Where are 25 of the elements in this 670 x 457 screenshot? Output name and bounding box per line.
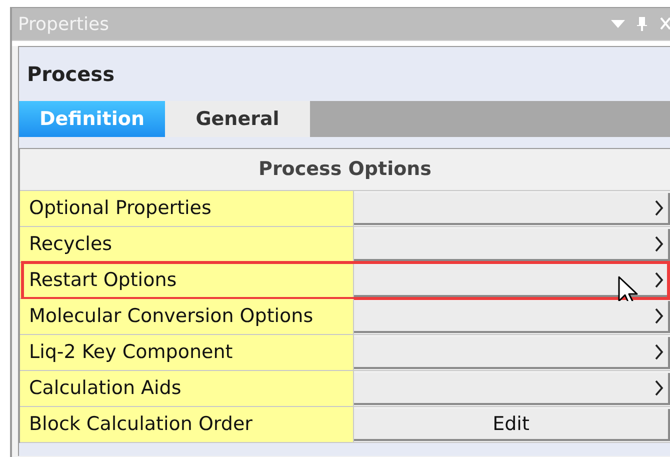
open-button[interactable] bbox=[354, 193, 670, 225]
tab[interactable]: General bbox=[165, 101, 310, 137]
chevron-right-icon bbox=[654, 271, 664, 289]
property-label: Liq-2 Key Component bbox=[20, 335, 354, 370]
pin-icon[interactable] bbox=[636, 16, 648, 32]
property-label: Block Calculation Order bbox=[20, 407, 354, 442]
property-label: Recycles bbox=[20, 227, 354, 262]
chevron-right-icon bbox=[654, 379, 664, 397]
panel-title: Process bbox=[27, 61, 114, 88]
close-icon[interactable] bbox=[660, 17, 670, 31]
chevron-right-icon bbox=[654, 235, 664, 253]
open-button[interactable] bbox=[354, 265, 670, 297]
open-button[interactable] bbox=[354, 301, 670, 333]
property-label: Restart Options bbox=[20, 263, 354, 298]
dropdown-icon[interactable] bbox=[610, 19, 626, 29]
chevron-right-icon bbox=[654, 343, 664, 361]
property-label: Calculation Aids bbox=[20, 371, 354, 406]
property-label: Optional Properties bbox=[20, 191, 354, 226]
property-label: Molecular Conversion Options bbox=[20, 299, 354, 334]
chevron-right-icon bbox=[654, 307, 664, 325]
edit-button[interactable]: Edit bbox=[354, 409, 670, 441]
open-button[interactable] bbox=[354, 337, 670, 369]
open-button[interactable] bbox=[354, 373, 670, 405]
chevron-right-icon bbox=[654, 199, 664, 217]
open-button[interactable] bbox=[354, 229, 670, 261]
